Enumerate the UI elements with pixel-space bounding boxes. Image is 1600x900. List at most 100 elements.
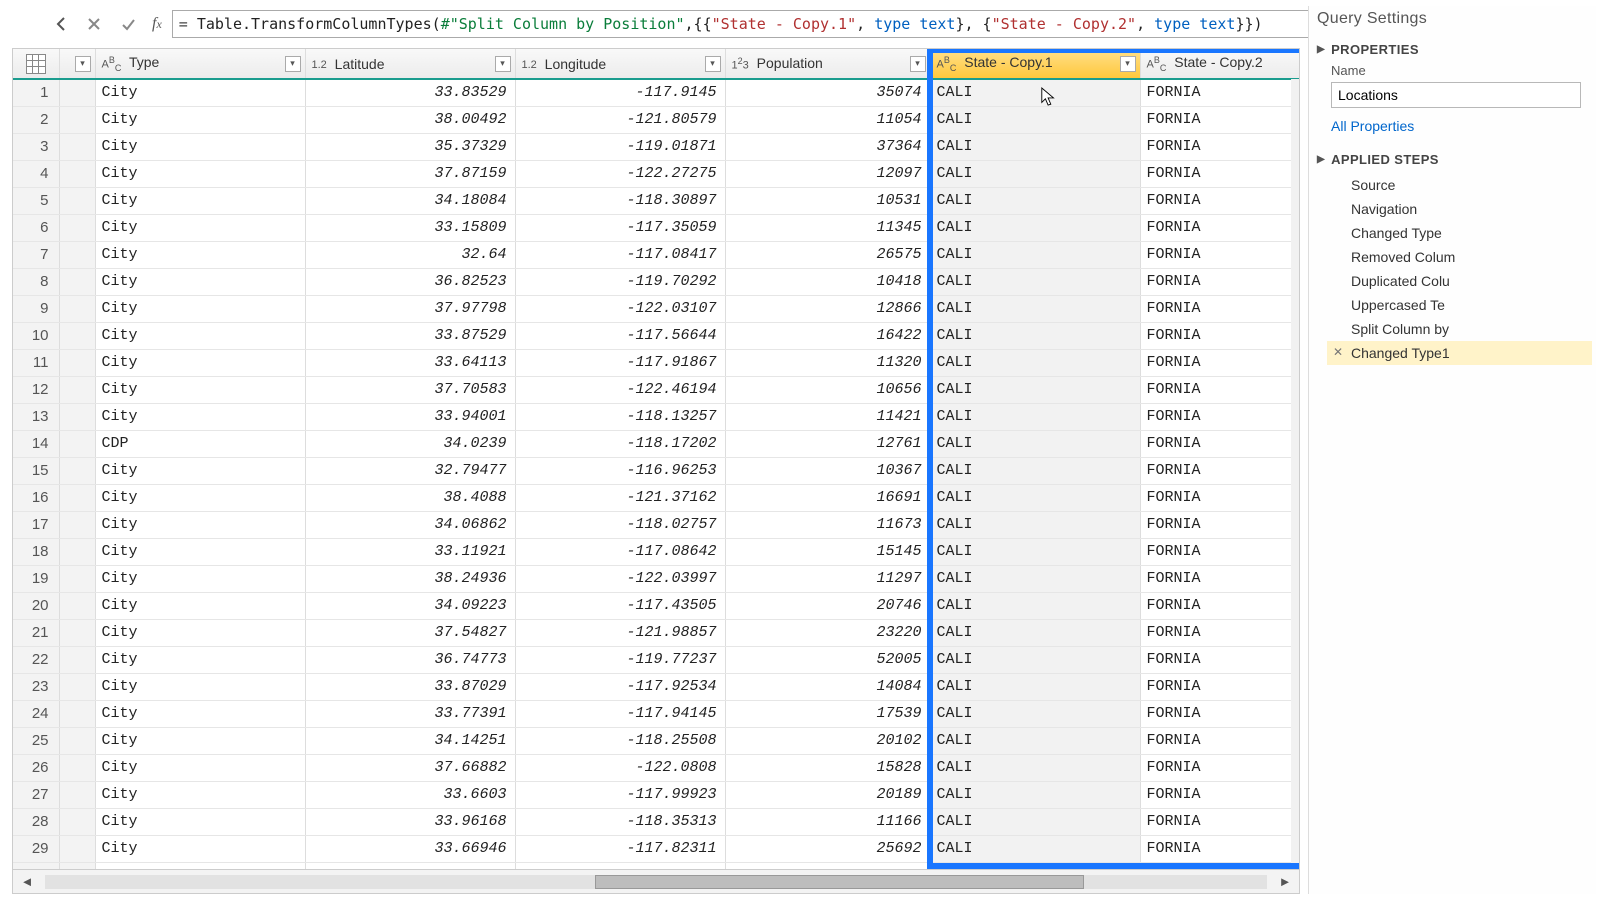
- cell[interactable]: 20746: [725, 592, 930, 619]
- table-row[interactable]: 17City34.06862-118.0275711673CALIFORNIA: [13, 511, 1300, 538]
- row-number[interactable]: 11: [13, 349, 59, 376]
- cell[interactable]: -122.0808: [515, 754, 725, 781]
- table-row[interactable]: 27City33.6603-117.9992320189CALIFORNIA: [13, 781, 1300, 808]
- row-number[interactable]: 8: [13, 268, 59, 295]
- cell[interactable]: 11166: [725, 808, 930, 835]
- cell[interactable]: 10656: [725, 376, 930, 403]
- cell[interactable]: -117.08417: [515, 241, 725, 268]
- table-row[interactable]: 16City38.4088-121.3716216691CALIFORNIA: [13, 484, 1300, 511]
- cell[interactable]: City: [95, 754, 305, 781]
- cell[interactable]: FORNIA: [1140, 727, 1300, 754]
- table-row[interactable]: 2City38.00492-121.8057911054CALIFORNIA: [13, 106, 1300, 133]
- cell[interactable]: FORNIA: [1140, 511, 1300, 538]
- row-number[interactable]: 2: [13, 106, 59, 133]
- cell[interactable]: CALI: [930, 457, 1140, 484]
- cell[interactable]: [930, 862, 1140, 870]
- cell[interactable]: 11673: [725, 511, 930, 538]
- cell[interactable]: 33.94001: [305, 403, 515, 430]
- row-selector-cell[interactable]: [59, 403, 95, 430]
- cell[interactable]: 33.77391: [305, 700, 515, 727]
- cell[interactable]: 37.70583: [305, 376, 515, 403]
- cell[interactable]: [725, 862, 930, 870]
- cell[interactable]: FORNIA: [1140, 484, 1300, 511]
- cell[interactable]: 11297: [725, 565, 930, 592]
- cell[interactable]: 33.6603: [305, 781, 515, 808]
- cell[interactable]: City: [95, 781, 305, 808]
- cell[interactable]: 12761: [725, 430, 930, 457]
- table-row[interactable]: 23City33.87029-117.9253414084CALIFORNIA: [13, 673, 1300, 700]
- row-selector-cell[interactable]: [59, 376, 95, 403]
- cell[interactable]: -117.35059: [515, 214, 725, 241]
- row-selector-cell[interactable]: [59, 187, 95, 214]
- applied-steps-header[interactable]: ▶ APPLIED STEPS: [1317, 152, 1592, 167]
- row-selector-cell[interactable]: [59, 322, 95, 349]
- formula-cancel-button[interactable]: [80, 10, 108, 38]
- cell[interactable]: CALI: [930, 430, 1140, 457]
- cell[interactable]: -117.99923: [515, 781, 725, 808]
- applied-step[interactable]: Duplicated Colu: [1327, 269, 1592, 293]
- table-row[interactable]: 21City37.54827-121.9885723220CALIFORNIA: [13, 619, 1300, 646]
- row-number[interactable]: 25: [13, 727, 59, 754]
- cell[interactable]: 37.97798: [305, 295, 515, 322]
- table-row[interactable]: 10City33.87529-117.5664416422CALIFORNIA: [13, 322, 1300, 349]
- table-row[interactable]: 8City36.82523-119.7029210418CALIFORNIA: [13, 268, 1300, 295]
- row-selector-cell[interactable]: [59, 754, 95, 781]
- cell[interactable]: 34.18084: [305, 187, 515, 214]
- cell[interactable]: CALI: [930, 484, 1140, 511]
- cell[interactable]: -121.37162: [515, 484, 725, 511]
- cell[interactable]: 38.24936: [305, 565, 515, 592]
- cell[interactable]: -122.27275: [515, 160, 725, 187]
- cell[interactable]: 37.87159: [305, 160, 515, 187]
- cell[interactable]: City: [95, 376, 305, 403]
- cell[interactable]: -117.91867: [515, 349, 725, 376]
- table-row[interactable]: 13City33.94001-118.1325711421CALIFORNIA: [13, 403, 1300, 430]
- cell[interactable]: 33.66946: [305, 835, 515, 862]
- row-selector-cell[interactable]: [59, 484, 95, 511]
- cell[interactable]: City: [95, 565, 305, 592]
- cell[interactable]: CALI: [930, 808, 1140, 835]
- cell[interactable]: 11054: [725, 106, 930, 133]
- column-filter-dropdown[interactable]: ▾: [705, 56, 721, 72]
- cell[interactable]: 23220: [725, 619, 930, 646]
- table-row[interactable]: 26City37.66882-122.080815828CALIFORNIA: [13, 754, 1300, 781]
- cell[interactable]: FORNIA: [1140, 241, 1300, 268]
- scroll-left-button[interactable]: ◄: [13, 871, 41, 893]
- cell[interactable]: -118.13257: [515, 403, 725, 430]
- cell[interactable]: CALI: [930, 727, 1140, 754]
- cell[interactable]: CALI: [930, 376, 1140, 403]
- cell[interactable]: 33.11921: [305, 538, 515, 565]
- scroll-track[interactable]: [45, 875, 1267, 889]
- cell[interactable]: 26575: [725, 241, 930, 268]
- cell[interactable]: FORNIA: [1140, 295, 1300, 322]
- cell[interactable]: FORNIA: [1140, 565, 1300, 592]
- column-header-population[interactable]: 123 Population▾: [725, 49, 930, 79]
- table-row[interactable]: 15City32.79477-116.9625310367CALIFORNIA: [13, 457, 1300, 484]
- cell[interactable]: FORNIA: [1140, 619, 1300, 646]
- cell[interactable]: FORNIA: [1140, 781, 1300, 808]
- cell[interactable]: -119.01871: [515, 133, 725, 160]
- row-selector-cell[interactable]: [59, 349, 95, 376]
- cell[interactable]: -122.46194: [515, 376, 725, 403]
- row-selector-cell[interactable]: [59, 160, 95, 187]
- cell[interactable]: City: [95, 268, 305, 295]
- table-row[interactable]: 19City38.24936-122.0399711297CALIFORNIA: [13, 565, 1300, 592]
- row-selector-cell[interactable]: [59, 808, 95, 835]
- row-number[interactable]: 27: [13, 781, 59, 808]
- cell[interactable]: CALI: [930, 79, 1140, 106]
- cell[interactable]: CALI: [930, 268, 1140, 295]
- cell[interactable]: -117.9145: [515, 79, 725, 106]
- cell[interactable]: FORNIA: [1140, 457, 1300, 484]
- column-filter-dropdown[interactable]: ▾: [910, 56, 926, 72]
- row-number[interactable]: 23: [13, 673, 59, 700]
- cell[interactable]: CALI: [930, 241, 1140, 268]
- table-row[interactable]: 1City33.83529-117.914535074CALIFORNIA: [13, 79, 1300, 106]
- cell[interactable]: 16691: [725, 484, 930, 511]
- cell[interactable]: City: [95, 214, 305, 241]
- row-number[interactable]: 22: [13, 646, 59, 673]
- column-header-type[interactable]: ABC Type▾: [95, 49, 305, 79]
- cell[interactable]: City: [95, 187, 305, 214]
- cell[interactable]: 38.00492: [305, 106, 515, 133]
- cell[interactable]: 17539: [725, 700, 930, 727]
- cell[interactable]: 33.87529: [305, 322, 515, 349]
- row-number[interactable]: 7: [13, 241, 59, 268]
